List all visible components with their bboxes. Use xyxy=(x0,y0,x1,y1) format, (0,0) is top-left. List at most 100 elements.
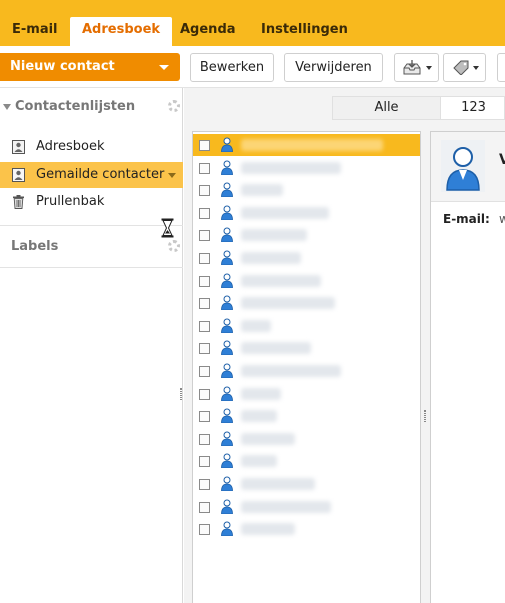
row-checkbox[interactable] xyxy=(199,456,210,468)
chevron-down-icon[interactable] xyxy=(159,65,169,70)
gear-icon[interactable] xyxy=(168,240,180,252)
import-export-button[interactable] xyxy=(394,53,439,82)
new-contact-label: Nieuw contact xyxy=(10,59,115,74)
table-row[interactable] xyxy=(193,473,420,495)
table-row[interactable] xyxy=(193,383,420,405)
email-value[interactable]: w xyxy=(499,212,505,226)
contact-name-redacted xyxy=(241,365,341,377)
chevron-down-icon xyxy=(426,66,432,70)
contact-avatar-icon xyxy=(441,140,485,192)
row-checkbox[interactable] xyxy=(199,524,210,536)
contact-name-redacted xyxy=(241,387,281,400)
table-row[interactable] xyxy=(193,337,420,359)
row-checkbox[interactable] xyxy=(199,343,210,355)
table-row[interactable] xyxy=(193,428,420,450)
contact-person-icon xyxy=(221,386,233,401)
sidebar: Contactenlijsten Adresboek Gemailde cont… xyxy=(0,88,183,603)
more-button[interactable] xyxy=(497,53,505,82)
contact-detail-header: V xyxy=(431,132,505,202)
row-checkbox[interactable] xyxy=(199,185,210,197)
table-row[interactable] xyxy=(193,224,420,246)
contact-person-icon xyxy=(221,521,233,537)
contact-name-redacted xyxy=(241,161,341,174)
row-checkbox[interactable] xyxy=(199,501,210,513)
table-row[interactable] xyxy=(193,518,420,540)
table-row[interactable] xyxy=(193,405,420,427)
tab-settings[interactable]: Instellingen xyxy=(249,17,360,46)
tab-address-book[interactable]: Adresboek xyxy=(70,17,173,46)
labels-section[interactable]: Labels xyxy=(0,238,183,264)
contact-name-redacted xyxy=(241,274,321,287)
address-book-icon xyxy=(12,140,25,154)
table-row[interactable] xyxy=(193,315,420,337)
contact-name-redacted xyxy=(241,206,329,219)
row-checkbox[interactable] xyxy=(199,140,210,151)
table-row[interactable] xyxy=(193,360,420,382)
gear-icon[interactable] xyxy=(168,100,180,112)
top-navigation-bar: E-mail Adresboek Agenda Instellingen xyxy=(0,0,505,46)
contact-name-redacted xyxy=(241,500,331,513)
chevron-down-icon xyxy=(473,66,479,70)
new-contact-button[interactable]: Nieuw contact xyxy=(0,53,180,81)
contact-name-redacted xyxy=(241,139,383,151)
sidebar-item-address-book[interactable]: Adresboek xyxy=(0,134,183,160)
row-checkbox[interactable] xyxy=(199,479,210,490)
chevron-down-icon[interactable] xyxy=(168,173,176,178)
row-checkbox[interactable] xyxy=(199,230,210,242)
filter-all-button[interactable]: Alle xyxy=(333,97,441,119)
contact-lists-heading: Contactenlijsten xyxy=(15,99,136,114)
table-row[interactable] xyxy=(193,134,420,156)
filter-123-button[interactable]: 123 xyxy=(441,97,505,119)
contact-person-icon xyxy=(221,476,233,491)
row-checkbox[interactable] xyxy=(199,320,210,332)
contact-name-redacted xyxy=(241,319,271,332)
table-row[interactable] xyxy=(193,179,420,201)
row-checkbox[interactable] xyxy=(199,207,210,219)
contact-name-redacted xyxy=(241,455,277,468)
table-row[interactable] xyxy=(193,202,420,224)
table-row[interactable] xyxy=(193,270,420,292)
table-row[interactable] xyxy=(193,247,420,269)
contact-lists-section[interactable]: Contactenlijsten xyxy=(0,96,183,122)
contact-person-icon xyxy=(221,227,233,243)
row-checkbox[interactable] xyxy=(199,366,210,377)
list-resize-handle[interactable] xyxy=(424,410,426,422)
table-row[interactable] xyxy=(193,157,420,179)
table-row[interactable] xyxy=(193,496,420,518)
contact-person-icon xyxy=(221,340,233,356)
contact-list xyxy=(192,131,421,603)
table-row[interactable] xyxy=(193,450,420,472)
tag-icon xyxy=(453,60,469,75)
contact-name: V xyxy=(499,152,505,168)
contact-person-icon xyxy=(221,273,233,288)
contact-person-icon xyxy=(221,499,233,514)
edit-button[interactable]: Bewerken xyxy=(190,53,274,82)
row-checkbox[interactable] xyxy=(199,253,210,264)
email-label: E-mail: xyxy=(443,212,490,226)
row-checkbox[interactable] xyxy=(199,388,210,400)
row-checkbox[interactable] xyxy=(199,411,210,423)
row-checkbox[interactable] xyxy=(199,298,210,310)
collapse-triangle-icon[interactable] xyxy=(3,104,11,110)
delete-button[interactable]: Verwijderen xyxy=(284,53,383,82)
tab-calendar[interactable]: Agenda xyxy=(168,17,248,46)
sidebar-resize-handle[interactable] xyxy=(180,388,182,400)
contact-person-icon xyxy=(221,408,233,424)
contact-name-redacted xyxy=(241,297,335,310)
contact-person-icon xyxy=(221,295,233,311)
contact-person-icon xyxy=(221,182,233,198)
sidebar-item-emailed-contacts[interactable]: Gemailde contacter xyxy=(0,162,183,188)
table-row[interactable] xyxy=(193,292,420,314)
sidebar-item-trash[interactable]: Prullenbak xyxy=(0,189,183,215)
labels-heading: Labels xyxy=(11,239,59,254)
row-checkbox[interactable] xyxy=(199,275,210,287)
contact-person-icon xyxy=(221,363,233,378)
contact-name-redacted xyxy=(241,229,307,242)
contact-name-redacted xyxy=(241,523,295,536)
tag-button[interactable] xyxy=(443,53,486,82)
tab-email[interactable]: E-mail xyxy=(0,17,70,46)
contact-person-icon xyxy=(221,250,233,265)
contact-person-icon xyxy=(221,318,233,333)
row-checkbox[interactable] xyxy=(199,162,210,174)
row-checkbox[interactable] xyxy=(199,433,210,445)
